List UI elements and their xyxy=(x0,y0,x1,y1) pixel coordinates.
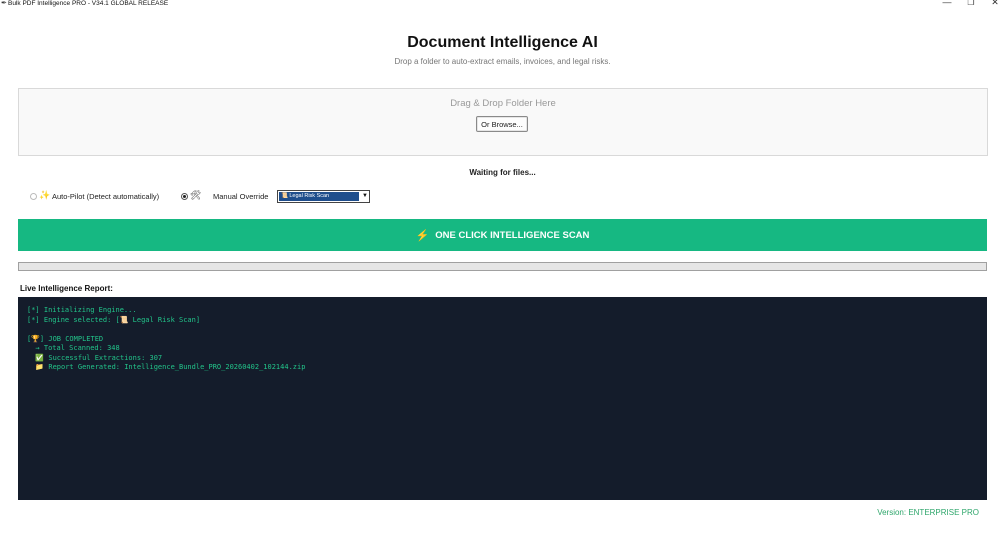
auto-pilot-label[interactable]: Auto-Pilot (Detect automatically) xyxy=(52,192,159,201)
status-text: Waiting for files... xyxy=(469,168,536,177)
feather-icon: ✒ xyxy=(1,0,7,7)
sparkles-icon: ✨ xyxy=(39,190,51,200)
drop-zone-label: Drag & Drop Folder Here xyxy=(450,98,556,109)
drop-zone[interactable]: Drag & Drop Folder Here Or Browse... xyxy=(18,88,988,156)
log-line: [*] Initializing Engine... xyxy=(27,306,137,314)
log-line: 📁 Report Generated: Intelligence_Bundle_… xyxy=(27,363,306,371)
scan-type-dropdown[interactable]: 📜 Legal Risk Scan ▼ xyxy=(277,190,370,203)
manual-override-radio[interactable] xyxy=(181,193,188,200)
close-icon[interactable]: ✕ xyxy=(988,0,1002,7)
auto-pilot-radio[interactable] xyxy=(30,193,37,200)
scan-type-selected: 📜 Legal Risk Scan xyxy=(279,192,359,201)
page-subtitle: Drop a folder to auto-extract emails, in… xyxy=(394,57,611,66)
log-title: Live Intelligence Report: xyxy=(20,284,113,293)
log-line: ✅ Successful Extractions: 307 xyxy=(27,353,163,362)
mode-selector: ✨ Auto-Pilot (Detect automatically) 🛠 Ma… xyxy=(0,188,1005,204)
lightning-icon: ⚡ xyxy=(415,229,430,242)
manual-override-label[interactable]: Manual Override xyxy=(213,192,268,201)
chevron-down-icon[interactable]: ▼ xyxy=(361,191,369,202)
log-line: [🏆] JOB COMPLETED xyxy=(27,334,104,343)
version-label: Version: ENTERPRISE PRO xyxy=(877,508,979,517)
window-title: Bulk PDF Intelligence PRO - V34.1 GLOBAL… xyxy=(8,0,169,7)
tools-icon: 🛠 xyxy=(190,190,202,200)
minimize-icon[interactable]: — xyxy=(940,0,954,7)
log-line: → Total Scanned: 348 xyxy=(27,344,120,352)
browse-button[interactable]: Or Browse... xyxy=(476,116,528,132)
log-line: [*] Engine selected: [📜 Legal Risk Scan] xyxy=(27,315,201,324)
log-panel[interactable]: [*] Initializing Engine... [*] Engine se… xyxy=(18,297,987,500)
progress-bar xyxy=(18,262,987,271)
maximize-icon[interactable]: ❐ xyxy=(964,0,978,7)
scan-button-label: ONE CLICK INTELLIGENCE SCAN xyxy=(435,229,590,241)
title-bar: ✒ Bulk PDF Intelligence PRO - V34.1 GLOB… xyxy=(0,0,1005,10)
page-title: Document Intelligence AI xyxy=(407,34,598,51)
scan-button[interactable]: ⚡ ONE CLICK INTELLIGENCE SCAN xyxy=(18,219,987,251)
